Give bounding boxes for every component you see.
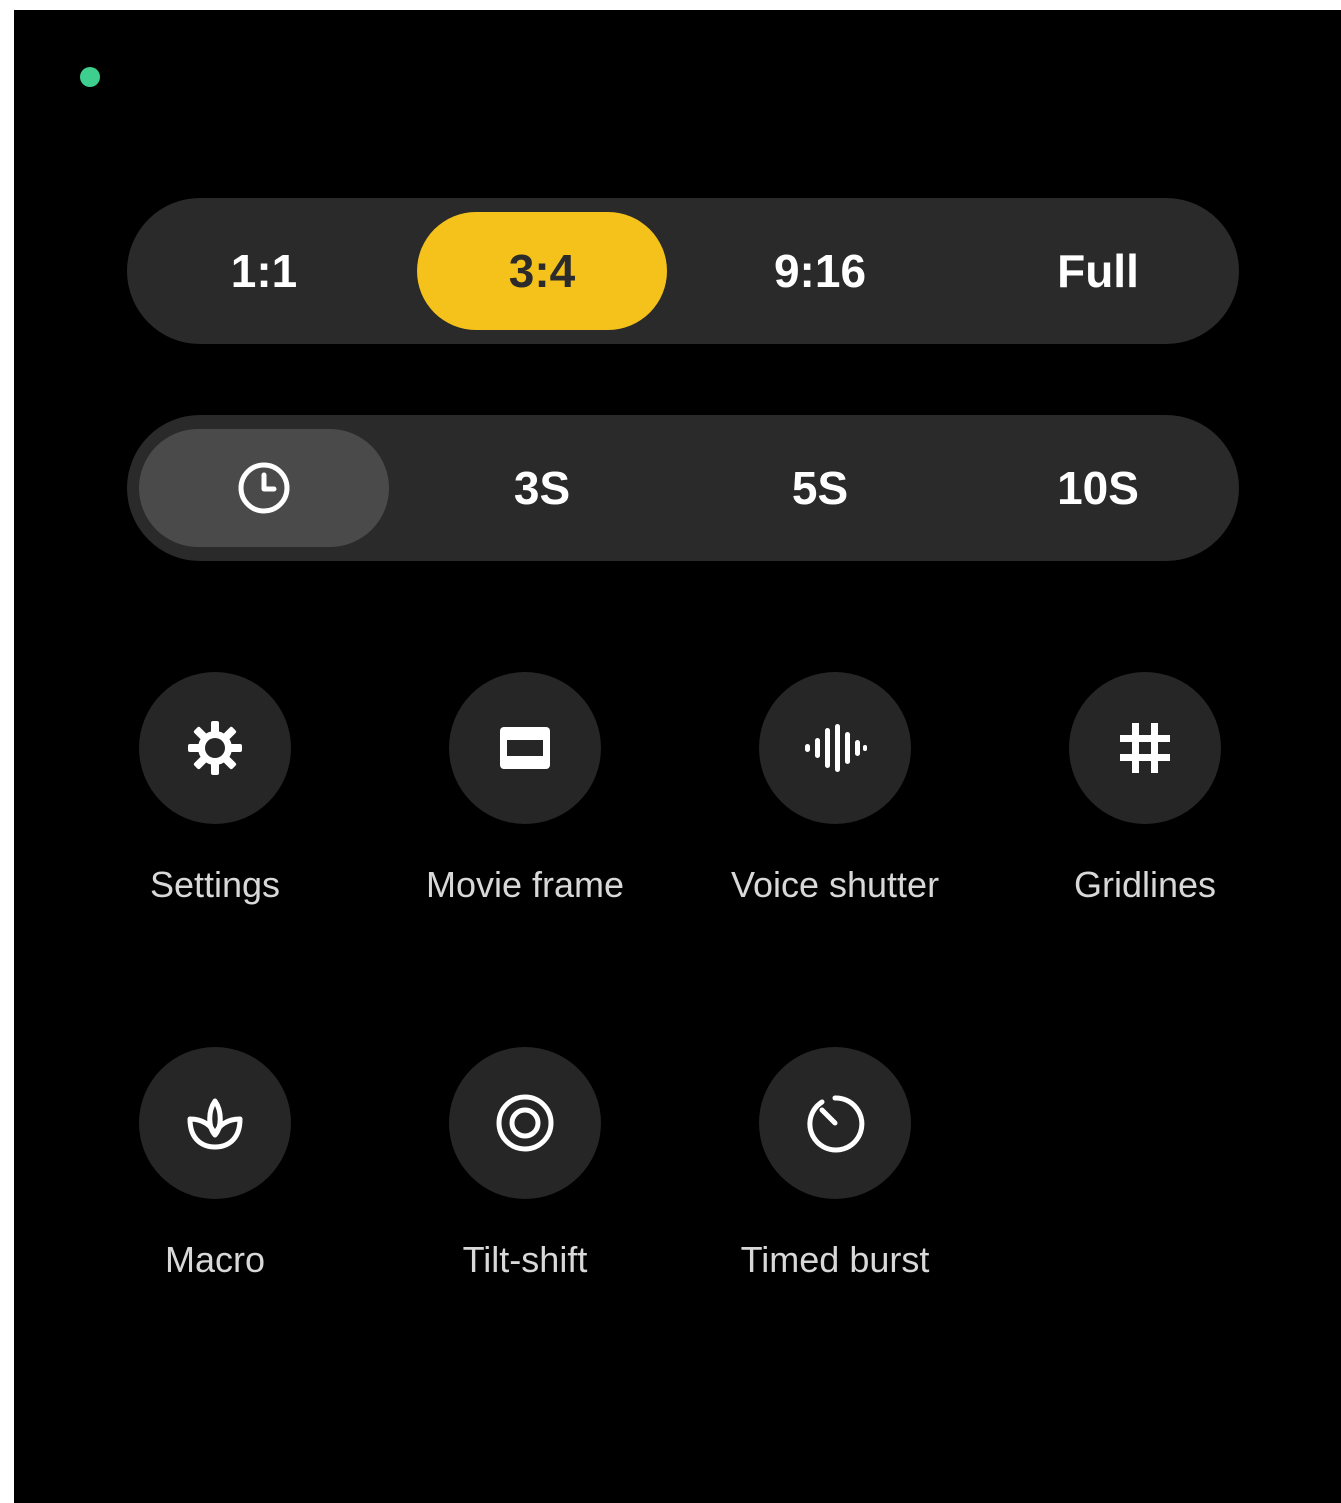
tool-movie-frame-button[interactable] [449, 672, 601, 824]
aspect-ratio-option-1-1[interactable]: 1:1 [139, 212, 389, 330]
timed-burst-icon [807, 1095, 865, 1153]
tool-macro-button[interactable] [139, 1047, 291, 1199]
tool-macro[interactable]: Macro [65, 1047, 365, 1281]
tool-tilt-shift[interactable]: Tilt-shift [375, 1047, 675, 1281]
grid-icon [1120, 723, 1170, 773]
aspect-ratio-selector: 1:1 3:4 9:16 Full [127, 198, 1239, 344]
tool-voice-shutter[interactable]: Voice shutter [685, 672, 985, 906]
tool-tilt-shift-button[interactable] [449, 1047, 601, 1199]
tool-gridlines-button[interactable] [1069, 672, 1221, 824]
tool-timed-burst-label: Timed burst [740, 1239, 930, 1280]
tool-settings-label: Settings [149, 864, 281, 905]
aspect-ratio-option-full[interactable]: Full [973, 212, 1223, 330]
flower-icon [187, 1098, 243, 1150]
timer-option-3s[interactable]: 3S [417, 429, 667, 547]
tool-movie-frame-label: Movie frame [425, 864, 625, 905]
camera-quick-settings-panel: 1:1 3:4 9:16 Full 3S 5S 10S Settings Mov… [14, 10, 1341, 1503]
tool-macro-label: Macro [164, 1239, 266, 1280]
aspect-ratio-option-9-16[interactable]: 9:16 [695, 212, 945, 330]
clock-icon [238, 462, 290, 514]
movie-frame-icon [500, 727, 550, 769]
soundwave-icon [805, 724, 867, 772]
timer-option-10s[interactable]: 10S [973, 429, 1223, 547]
aspect-ratio-option-3-4[interactable]: 3:4 [417, 212, 667, 330]
tool-settings-button[interactable] [139, 672, 291, 824]
status-indicator-dot [80, 67, 100, 87]
timer-option-5s[interactable]: 5S [695, 429, 945, 547]
tilt-shift-icon [496, 1094, 554, 1152]
tool-voice-shutter-label: Voice shutter [730, 864, 940, 905]
tool-settings[interactable]: Settings [65, 672, 365, 906]
tool-gridlines[interactable]: Gridlines [995, 672, 1295, 906]
timer-selector: 3S 5S 10S [127, 415, 1239, 561]
tool-voice-shutter-button[interactable] [759, 672, 911, 824]
timer-off-option[interactable] [139, 429, 389, 547]
tool-timed-burst-button[interactable] [759, 1047, 911, 1199]
tool-timed-burst[interactable]: Timed burst [685, 1047, 985, 1281]
tool-movie-frame[interactable]: Movie frame [375, 672, 675, 906]
tool-gridlines-label: Gridlines [1073, 864, 1217, 905]
gear-icon [188, 721, 242, 775]
tool-tilt-shift-label: Tilt-shift [462, 1239, 588, 1280]
